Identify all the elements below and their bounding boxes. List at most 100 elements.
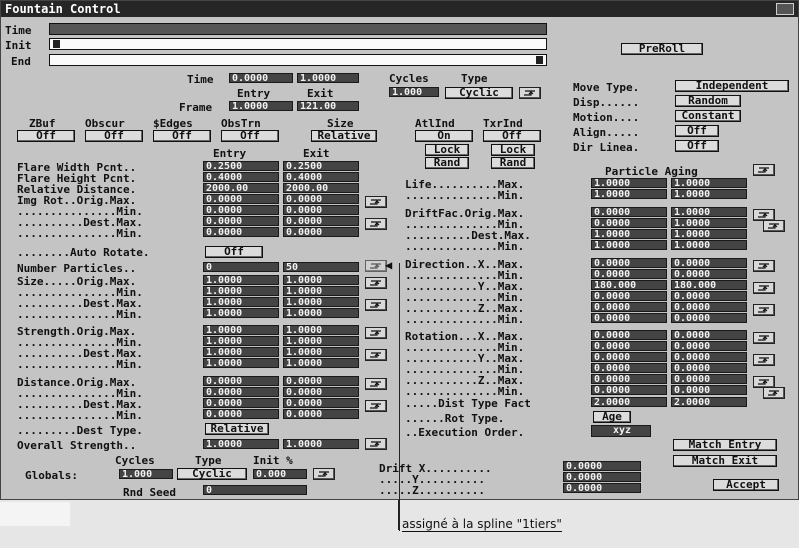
- right-row-entry-field-12[interactable]: 0.0000: [591, 330, 667, 340]
- strength-rows-exit-field-3[interactable]: 1.0000: [283, 358, 359, 368]
- window-depth-icon[interactable]: [776, 3, 794, 15]
- timeline-time-bar[interactable]: [49, 23, 547, 35]
- distance-rows-exit-field-1[interactable]: 0.0000: [283, 387, 359, 397]
- right-row-exit-field-17[interactable]: 0.0000: [671, 385, 747, 395]
- auto-rotate-button[interactable]: Off: [205, 246, 263, 258]
- left-rows-entry-field-6[interactable]: 0.0000: [203, 227, 279, 237]
- obstrn-button[interactable]: Off: [221, 130, 279, 142]
- size-rows-exit-field-3[interactable]: 1.0000: [283, 308, 359, 318]
- distance-rows-cycle-icon-0[interactable]: [365, 378, 387, 390]
- right-row-cycle-icon-6[interactable]: [753, 260, 775, 272]
- size-rows-entry-field-2[interactable]: 1.0000: [203, 297, 279, 307]
- right-row-cycle-icon-10[interactable]: [753, 304, 775, 316]
- size-rows-entry-field-3[interactable]: 1.0000: [203, 308, 279, 318]
- strength-rows-entry-field-3[interactable]: 1.0000: [203, 358, 279, 368]
- time-exit-field[interactable]: 1.0000: [297, 73, 359, 83]
- strength-rows-entry-field-2[interactable]: 1.0000: [203, 347, 279, 357]
- right-row-entry-field-10[interactable]: 0.0000: [591, 302, 667, 312]
- left-rows-entry-field-4[interactable]: 0.0000: [203, 205, 279, 215]
- cycle-gadget-icon[interactable]: [519, 87, 541, 99]
- right-row-exit-field-16[interactable]: 0.0000: [671, 374, 747, 384]
- right-row-entry-field-7[interactable]: 0.0000: [591, 269, 667, 279]
- match-exit-button[interactable]: Match Exit: [673, 455, 777, 467]
- right-row-entry-field-16[interactable]: 0.0000: [591, 374, 667, 384]
- right-row-entry-field-5[interactable]: 1.0000: [591, 240, 667, 250]
- distance-rows-entry-field-2[interactable]: 0.0000: [203, 398, 279, 408]
- left-rows-exit-field-0[interactable]: 0.2500: [283, 161, 359, 171]
- right-row-entry-field-17[interactable]: 0.0000: [591, 385, 667, 395]
- right-row-exit-field-11[interactable]: 0.0000: [671, 313, 747, 323]
- right-row-exit-field-1[interactable]: 1.0000: [671, 189, 747, 199]
- frame-entry-field[interactable]: 1.0000: [229, 101, 293, 111]
- right-row-entry-field-8[interactable]: 180.000: [591, 280, 667, 290]
- right-row-entry-field-0[interactable]: 1.0000: [591, 178, 667, 188]
- drift-y-field[interactable]: 0.0000: [563, 472, 641, 482]
- right-row-exit-field-6[interactable]: 0.0000: [671, 258, 747, 268]
- txrind-button[interactable]: Off: [483, 130, 541, 142]
- right-row-cycle-icon-14[interactable]: [753, 354, 775, 366]
- left-rows-entry-field-3[interactable]: 0.0000: [203, 194, 279, 204]
- right-row-exit-field-10[interactable]: 0.0000: [671, 302, 747, 312]
- left-rows-exit-field-1[interactable]: 0.4000: [283, 172, 359, 182]
- right-row-exit-field-8[interactable]: 180.000: [671, 280, 747, 290]
- strength-rows-exit-field-0[interactable]: 1.0000: [283, 325, 359, 335]
- strength-rows-exit-field-2[interactable]: 1.0000: [283, 347, 359, 357]
- right-row-cycle-icon-8[interactable]: [753, 282, 775, 294]
- accept-button[interactable]: Accept: [713, 479, 779, 491]
- left-rows-exit-field-2[interactable]: 2000.00: [283, 183, 359, 193]
- right-row-exit-field-15[interactable]: 0.0000: [671, 363, 747, 373]
- distance-rows-entry-field-1[interactable]: 0.0000: [203, 387, 279, 397]
- right-row-entry-field-6[interactable]: 0.0000: [591, 258, 667, 268]
- right-row-exit-field-7[interactable]: 0.0000: [671, 269, 747, 279]
- right-row-exit-field-12[interactable]: 0.0000: [671, 330, 747, 340]
- distance-rows-cycle-icon-2[interactable]: [365, 400, 387, 412]
- init-slider-knob[interactable]: [53, 40, 60, 48]
- right-row-entry-field-11[interactable]: 0.0000: [591, 313, 667, 323]
- execution-order-field[interactable]: xyz: [591, 425, 651, 437]
- size-rows-exit-field-1[interactable]: 1.0000: [283, 286, 359, 296]
- obscur-button[interactable]: Off: [85, 130, 143, 142]
- right-row-entry-field-18[interactable]: 2.0000: [591, 397, 667, 407]
- distance-rows-exit-field-2[interactable]: 0.0000: [283, 398, 359, 408]
- size-rows-entry-field-0[interactable]: 1.0000: [203, 275, 279, 285]
- left-rows-entry-field-5[interactable]: 0.0000: [203, 216, 279, 226]
- preroll-button[interactable]: PreRoll: [621, 43, 703, 55]
- right-row-exit-field-9[interactable]: 0.0000: [671, 291, 747, 301]
- zbuf-button[interactable]: Off: [17, 130, 75, 142]
- right-row-entry-field-9[interactable]: 0.0000: [591, 291, 667, 301]
- number-particles-cycle-icon[interactable]: [365, 260, 387, 272]
- txrind-lock-button[interactable]: Lock: [491, 144, 535, 156]
- particle-aging-cycle-icon[interactable]: [753, 164, 775, 176]
- strength-rows-entry-field-0[interactable]: 1.0000: [203, 325, 279, 335]
- end-slider-knob[interactable]: [536, 56, 543, 64]
- rot-type-button[interactable]: Age: [593, 411, 631, 423]
- right-row-cycle-icon-17[interactable]: [763, 387, 785, 399]
- title-bar[interactable]: Fountain Control: [1, 1, 798, 17]
- distance-rows-entry-field-0[interactable]: 0.0000: [203, 376, 279, 386]
- strength-rows-entry-field-1[interactable]: 1.0000: [203, 336, 279, 346]
- right-row-cycle-icon-3[interactable]: [763, 220, 785, 232]
- drift-z-field[interactable]: 0.0000: [563, 483, 641, 493]
- size-mode-button[interactable]: Relative: [311, 130, 377, 142]
- align-button[interactable]: Off: [675, 125, 719, 137]
- left-rows-exit-field-5[interactable]: 0.0000: [283, 216, 359, 226]
- dest-type-button[interactable]: Relative: [205, 423, 269, 435]
- cycles-field[interactable]: 1.000: [389, 87, 439, 97]
- left-rows-entry-field-1[interactable]: 0.4000: [203, 172, 279, 182]
- frame-exit-field[interactable]: 121.00: [297, 101, 359, 111]
- left-rows-cycle-icon-5[interactable]: [365, 218, 387, 230]
- globals-cycle-icon[interactable]: [313, 468, 335, 480]
- globals-init-field[interactable]: 0.000: [253, 469, 307, 479]
- overall-strength-exit-field[interactable]: 1.0000: [283, 439, 359, 449]
- right-row-entry-field-13[interactable]: 0.0000: [591, 341, 667, 351]
- strength-rows-exit-field-1[interactable]: 1.0000: [283, 336, 359, 346]
- right-row-exit-field-18[interactable]: 2.0000: [671, 397, 747, 407]
- globals-cycles-field[interactable]: 1.000: [119, 469, 173, 479]
- right-row-entry-field-15[interactable]: 0.0000: [591, 363, 667, 373]
- motion-button[interactable]: Constant: [675, 110, 741, 122]
- right-row-entry-field-3[interactable]: 0.0000: [591, 218, 667, 228]
- right-row-exit-field-2[interactable]: 1.0000: [671, 207, 747, 217]
- left-rows-exit-field-3[interactable]: 0.0000: [283, 194, 359, 204]
- distance-rows-exit-field-3[interactable]: 0.0000: [283, 409, 359, 419]
- match-entry-button[interactable]: Match Entry: [673, 439, 777, 451]
